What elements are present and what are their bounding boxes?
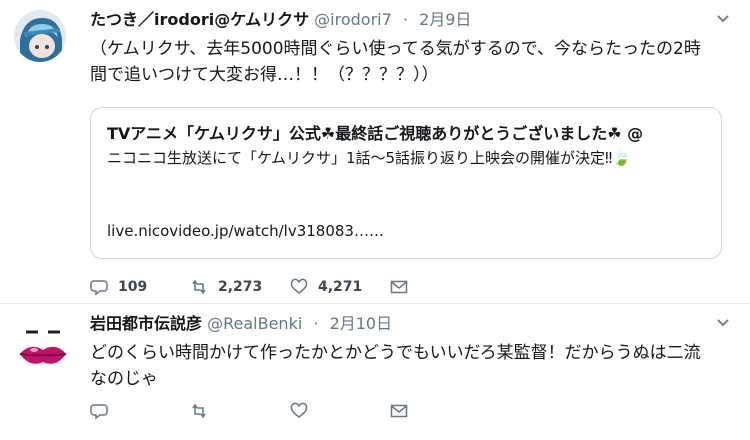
avatar[interactable] [12,314,72,374]
reply-icon [90,280,108,296]
reply-button[interactable]: 109 [90,278,190,296]
separator: · [402,10,408,29]
like-icon [290,402,308,418]
like-count: 4,271 [318,279,363,295]
tweet-date[interactable]: 2月10日 [330,314,393,333]
tweet-text: （ケムリクサ、去年5000時間ぐらい使ってる気がするので、今ならたったの2時間で… [90,39,701,85]
retweet-count: 2,273 [218,279,263,295]
retweet-button[interactable] [190,402,290,420]
avatar[interactable] [14,10,66,62]
retweet-icon [192,403,206,419]
like-button[interactable] [290,402,390,420]
tweet-header: 岩田都市伝説彦 @RealBenki · 2月10日 [90,314,392,334]
author-name[interactable]: たつき／irodori@ケムリクサ [90,10,309,29]
dm-icon [390,280,408,294]
tweet-header: たつき／irodori@ケムリクサ @irodori7 · 2月9日 [90,10,471,30]
card-url: live.nicovideo.jp/watch/lv318083…… [107,222,384,240]
reply-count: 109 [118,279,148,295]
caret-down-icon[interactable] [716,12,730,26]
retweet-button[interactable]: 2,273 [190,278,290,296]
retweet-icon [192,279,206,295]
dm-button[interactable] [390,278,490,296]
author-name[interactable]: 岩田都市伝説彦 [90,314,202,333]
tweet[interactable]: 岩田都市伝説彦 @RealBenki · 2月10日 どのくらい時間かけて作った… [0,304,750,440]
reply-icon [90,404,108,420]
dm-button[interactable] [390,402,490,420]
tweet-actions: 109 2,273 4,271 [90,278,490,296]
card-title: TVアニメ「ケムリクサ」公式☘最終話ご視聴ありがとうございました☘ @ [107,124,644,143]
caret-down-icon[interactable] [716,316,730,330]
author-handle[interactable]: @RealBenki [207,314,302,333]
link-card[interactable]: TVアニメ「ケムリクサ」公式☘最終話ご視聴ありがとうございました☘ @ ニコニコ… [90,107,722,259]
tweet-date[interactable]: 2月9日 [419,10,471,29]
tweet-text: どのくらい時間かけて作ったかとかどうでもいいだろ某監督！だからうぬは二流なのじゃ [90,343,701,389]
like-button[interactable]: 4,271 [290,278,390,296]
tweet[interactable]: たつき／irodori@ケムリクサ @irodori7 · 2月9日 （ケムリク… [0,0,750,303]
tweet-actions [90,402,490,420]
dm-icon [390,404,408,418]
card-description: ニコニコ生放送にて「ケムリクサ」1話～5話振り返り上映会の開催が決定‼🍃 [107,149,631,167]
like-icon [290,278,308,294]
separator: · [313,314,319,333]
author-handle[interactable]: @irodori7 [314,10,392,29]
reply-button[interactable] [90,402,190,420]
